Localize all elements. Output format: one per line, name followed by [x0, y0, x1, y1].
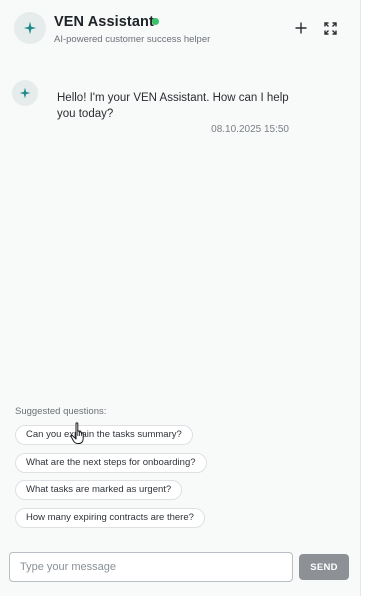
expand-button[interactable] — [321, 19, 339, 37]
plus-icon — [295, 22, 307, 34]
suggestion-chip[interactable]: How many expiring contracts are there? — [15, 508, 205, 528]
new-chat-button[interactable] — [292, 19, 310, 37]
suggestion-chip[interactable]: Can you explain the tasks summary? — [15, 425, 193, 445]
suggested-questions-label: Suggested questions: — [15, 406, 107, 417]
suggestion-chip[interactable]: What are the next steps for onboarding? — [15, 453, 207, 473]
send-button[interactable]: SEND — [299, 554, 349, 580]
suggestion-chip[interactable]: What tasks are marked as urgent? — [15, 480, 183, 500]
assistant-subtitle: AI-powered customer success helper — [54, 34, 211, 45]
window-edge — [361, 0, 365, 596]
expand-icon — [323, 21, 337, 35]
message-timestamp: 08.10.2025 15:50 — [211, 124, 289, 135]
assistant-title: VEN Assistant — [54, 14, 154, 30]
chat-panel: VEN Assistant AI-powered customer succes… — [0, 0, 361, 596]
online-status-dot — [152, 18, 159, 25]
hand-pointer-icon — [70, 422, 84, 444]
chat-header: VEN Assistant AI-powered customer succes… — [0, 0, 361, 56]
assistant-avatar — [14, 12, 46, 44]
message-avatar — [12, 80, 38, 106]
assistant-message-text: Hello! I'm your VEN Assistant. How can I… — [57, 92, 289, 120]
sparkle-icon — [23, 21, 37, 35]
message-input[interactable] — [9, 552, 293, 582]
sparkle-icon — [19, 87, 31, 99]
